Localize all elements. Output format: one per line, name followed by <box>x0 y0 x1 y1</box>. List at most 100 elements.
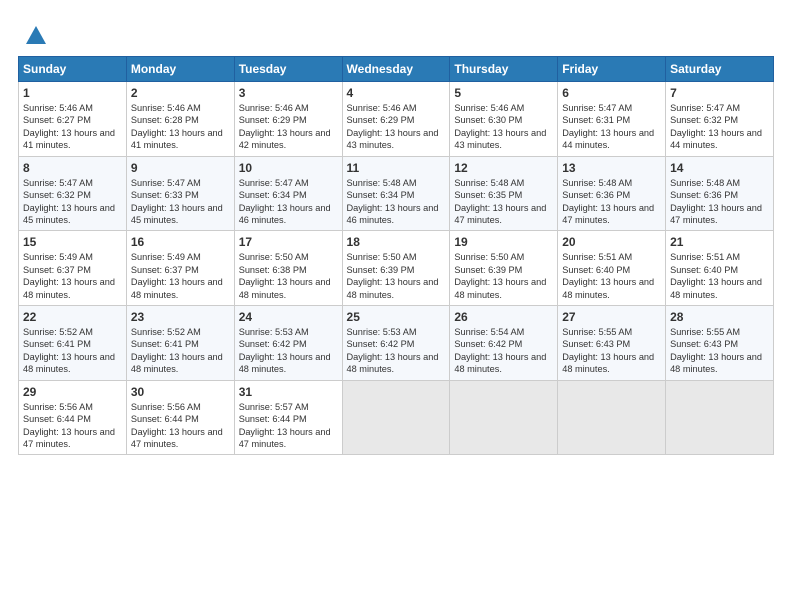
day-info: Sunrise: 5:46 AMSunset: 6:30 PMDaylight:… <box>454 102 553 152</box>
day-number: 18 <box>347 235 446 249</box>
calendar-cell: 17 Sunrise: 5:50 AMSunset: 6:38 PMDayligh… <box>234 231 342 306</box>
day-info: Sunrise: 5:50 AMSunset: 6:38 PMDaylight:… <box>239 251 338 301</box>
calendar-cell: 1 Sunrise: 5:46 AMSunset: 6:27 PMDaylight… <box>19 82 127 157</box>
calendar-cell: 29 Sunrise: 5:56 AMSunset: 6:44 PMDayligh… <box>19 380 127 455</box>
calendar-cell: 12Sunrise: 5:48 AMSunset: 6:35 PMDayligh… <box>450 156 558 231</box>
logo-icon <box>22 22 50 50</box>
day-number: 30 <box>131 385 230 399</box>
day-info: Sunrise: 5:50 AMSunset: 6:39 PMDaylight:… <box>454 251 553 301</box>
day-info: Sunrise: 5:46 AMSunset: 6:29 PMDaylight:… <box>347 102 446 152</box>
calendar-cell: 4 Sunrise: 5:46 AMSunset: 6:29 PMDaylight… <box>342 82 450 157</box>
calendar-cell: 2Sunrise: 5:46 AMSunset: 6:28 PMDaylight… <box>126 82 234 157</box>
day-info: Sunrise: 5:56 AMSunset: 6:44 PMDaylight:… <box>131 401 230 451</box>
calendar-header-sunday: Sunday <box>19 57 127 82</box>
calendar-cell: 9 Sunrise: 5:47 AMSunset: 6:33 PMDaylight… <box>126 156 234 231</box>
calendar-table: SundayMondayTuesdayWednesdayThursdayFrid… <box>18 56 774 455</box>
day-number: 10 <box>239 161 338 175</box>
day-number: 4 <box>347 86 446 100</box>
calendar-cell: 7Sunrise: 5:47 AMSunset: 6:32 PMDaylight… <box>666 82 774 157</box>
calendar-cell: 5 Sunrise: 5:46 AMSunset: 6:30 PMDaylight… <box>450 82 558 157</box>
calendar-cell: 14 Sunrise: 5:48 AMSunset: 6:36 PMDayligh… <box>666 156 774 231</box>
day-number: 31 <box>239 385 338 399</box>
calendar-cell <box>342 380 450 455</box>
calendar-cell: 15 Sunrise: 5:49 AMSunset: 6:37 PMDayligh… <box>19 231 127 306</box>
day-number: 29 <box>23 385 122 399</box>
calendar-cell: 28 Sunrise: 5:55 AMSunset: 6:43 PMDayligh… <box>666 306 774 381</box>
day-info: Sunrise: 5:51 AMSunset: 6:40 PMDaylight:… <box>670 251 769 301</box>
calendar-cell: 3 Sunrise: 5:46 AMSunset: 6:29 PMDaylight… <box>234 82 342 157</box>
header <box>18 18 774 50</box>
day-info: Sunrise: 5:48 AMSunset: 6:35 PMDaylight:… <box>454 177 553 227</box>
day-number: 3 <box>239 86 338 100</box>
day-number: 8 <box>23 161 122 175</box>
calendar-header-friday: Friday <box>558 57 666 82</box>
calendar-cell: 13 Sunrise: 5:48 AMSunset: 6:36 PMDayligh… <box>558 156 666 231</box>
day-info: Sunrise: 5:54 AMSunset: 6:42 PMDaylight:… <box>454 326 553 376</box>
day-info: Sunrise: 5:56 AMSunset: 6:44 PMDaylight:… <box>23 401 122 451</box>
calendar-header-tuesday: Tuesday <box>234 57 342 82</box>
calendar-week-row: 8 Sunrise: 5:47 AMSunset: 6:32 PMDaylight… <box>19 156 774 231</box>
calendar-cell: 8 Sunrise: 5:47 AMSunset: 6:32 PMDaylight… <box>19 156 127 231</box>
calendar-cell: 25Sunrise: 5:53 AMSunset: 6:42 PMDayligh… <box>342 306 450 381</box>
day-number: 14 <box>670 161 769 175</box>
day-number: 5 <box>454 86 553 100</box>
day-number: 13 <box>562 161 661 175</box>
day-number: 15 <box>23 235 122 249</box>
calendar-cell: 23 Sunrise: 5:52 AMSunset: 6:41 PMDayligh… <box>126 306 234 381</box>
calendar-cell: 30 Sunrise: 5:56 AMSunset: 6:44 PMDayligh… <box>126 380 234 455</box>
day-info: Sunrise: 5:49 AMSunset: 6:37 PMDaylight:… <box>23 251 122 301</box>
day-number: 27 <box>562 310 661 324</box>
day-info: Sunrise: 5:49 AMSunset: 6:37 PMDaylight:… <box>131 251 230 301</box>
day-info: Sunrise: 5:47 AMSunset: 6:33 PMDaylight:… <box>131 177 230 227</box>
day-info: Sunrise: 5:55 AMSunset: 6:43 PMDaylight:… <box>670 326 769 376</box>
day-info: Sunrise: 5:53 AMSunset: 6:42 PMDaylight:… <box>347 326 446 376</box>
day-number: 17 <box>239 235 338 249</box>
logo <box>18 22 50 50</box>
day-number: 1 <box>23 86 122 100</box>
day-info: Sunrise: 5:52 AMSunset: 6:41 PMDaylight:… <box>23 326 122 376</box>
day-info: Sunrise: 5:48 AMSunset: 6:36 PMDaylight:… <box>670 177 769 227</box>
day-number: 23 <box>131 310 230 324</box>
day-number: 24 <box>239 310 338 324</box>
day-info: Sunrise: 5:47 AMSunset: 6:32 PMDaylight:… <box>23 177 122 227</box>
calendar-cell: 20 Sunrise: 5:51 AMSunset: 6:40 PMDayligh… <box>558 231 666 306</box>
calendar-cell: 21 Sunrise: 5:51 AMSunset: 6:40 PMDayligh… <box>666 231 774 306</box>
day-info: Sunrise: 5:46 AMSunset: 6:29 PMDaylight:… <box>239 102 338 152</box>
day-info: Sunrise: 5:48 AMSunset: 6:34 PMDaylight:… <box>347 177 446 227</box>
day-number: 28 <box>670 310 769 324</box>
calendar-header-wednesday: Wednesday <box>342 57 450 82</box>
calendar-week-row: 1 Sunrise: 5:46 AMSunset: 6:27 PMDaylight… <box>19 82 774 157</box>
calendar-cell: 10 Sunrise: 5:47 AMSunset: 6:34 PMDayligh… <box>234 156 342 231</box>
calendar-header-thursday: Thursday <box>450 57 558 82</box>
day-number: 6 <box>562 86 661 100</box>
day-info: Sunrise: 5:46 AMSunset: 6:28 PMDaylight:… <box>131 102 230 152</box>
day-info: Sunrise: 5:47 AMSunset: 6:32 PMDaylight:… <box>670 102 769 152</box>
calendar-week-row: 22 Sunrise: 5:52 AMSunset: 6:41 PMDayligh… <box>19 306 774 381</box>
calendar-header-monday: Monday <box>126 57 234 82</box>
calendar-cell: 18Sunrise: 5:50 AMSunset: 6:39 PMDayligh… <box>342 231 450 306</box>
calendar-cell: 24Sunrise: 5:53 AMSunset: 6:42 PMDayligh… <box>234 306 342 381</box>
day-info: Sunrise: 5:52 AMSunset: 6:41 PMDaylight:… <box>131 326 230 376</box>
day-info: Sunrise: 5:57 AMSunset: 6:44 PMDaylight:… <box>239 401 338 451</box>
calendar-cell <box>666 380 774 455</box>
calendar-cell: 6 Sunrise: 5:47 AMSunset: 6:31 PMDaylight… <box>558 82 666 157</box>
calendar-week-row: 15 Sunrise: 5:49 AMSunset: 6:37 PMDayligh… <box>19 231 774 306</box>
calendar-cell: 22 Sunrise: 5:52 AMSunset: 6:41 PMDayligh… <box>19 306 127 381</box>
day-number: 22 <box>23 310 122 324</box>
day-number: 9 <box>131 161 230 175</box>
calendar-cell: 19Sunrise: 5:50 AMSunset: 6:39 PMDayligh… <box>450 231 558 306</box>
day-number: 20 <box>562 235 661 249</box>
calendar-cell <box>558 380 666 455</box>
day-info: Sunrise: 5:47 AMSunset: 6:34 PMDaylight:… <box>239 177 338 227</box>
day-info: Sunrise: 5:48 AMSunset: 6:36 PMDaylight:… <box>562 177 661 227</box>
day-number: 21 <box>670 235 769 249</box>
day-number: 11 <box>347 161 446 175</box>
calendar-header-saturday: Saturday <box>666 57 774 82</box>
calendar-cell: 31 Sunrise: 5:57 AMSunset: 6:44 PMDayligh… <box>234 380 342 455</box>
calendar-cell: 27 Sunrise: 5:55 AMSunset: 6:43 PMDayligh… <box>558 306 666 381</box>
calendar-cell: 16Sunrise: 5:49 AMSunset: 6:37 PMDayligh… <box>126 231 234 306</box>
day-info: Sunrise: 5:51 AMSunset: 6:40 PMDaylight:… <box>562 251 661 301</box>
day-info: Sunrise: 5:55 AMSunset: 6:43 PMDaylight:… <box>562 326 661 376</box>
day-info: Sunrise: 5:46 AMSunset: 6:27 PMDaylight:… <box>23 102 122 152</box>
day-info: Sunrise: 5:47 AMSunset: 6:31 PMDaylight:… <box>562 102 661 152</box>
